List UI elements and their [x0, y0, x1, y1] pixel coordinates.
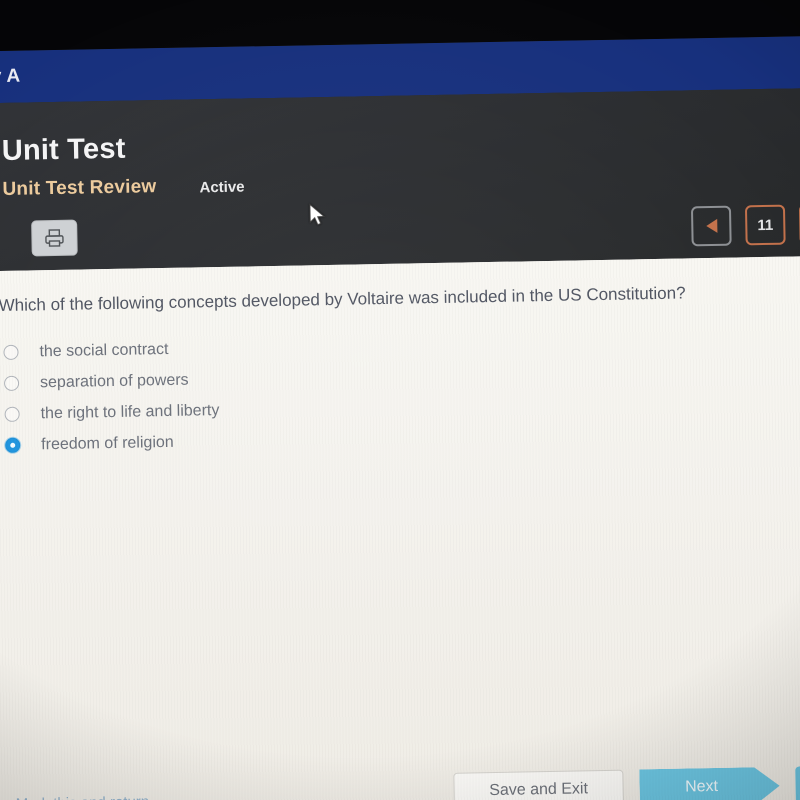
assessment-subtitle: Unit Test Review: [2, 176, 157, 200]
radio-the-right-to-life-and-liberty[interactable]: [4, 406, 20, 422]
course-title: aphy A: [0, 65, 21, 88]
radio-freedom-of-religion[interactable]: [5, 437, 21, 453]
next-button[interactable]: Next: [639, 767, 780, 800]
pager-page-11[interactable]: 11: [744, 204, 786, 246]
browser-viewport: aphy A Unit Test Unit Test Review Active: [0, 35, 800, 800]
save-and-exit-button[interactable]: Save and Exit: [453, 769, 624, 800]
option-label-2: the right to life and liberty: [40, 401, 220, 422]
photographed-screen: aphy A Unit Test Unit Test Review Active: [0, 0, 800, 800]
question-panel: Which of the following concepts develope…: [0, 255, 800, 800]
page-title: Unit Test: [1, 132, 126, 167]
mark-this-and-return-link[interactable]: Mark this and return: [16, 793, 150, 800]
radio-separation-of-powers[interactable]: [3, 375, 20, 391]
radio-the-social-contract[interactable]: [3, 344, 19, 360]
print-button[interactable]: [31, 219, 78, 257]
pager-prev-button[interactable]: [690, 205, 732, 247]
pagination: 11 12: [690, 203, 800, 247]
answer-options: the social contract separation of powers…: [3, 325, 645, 461]
question-text: Which of the following concepts develope…: [0, 283, 686, 316]
secondary-action-button[interactable]: [795, 765, 800, 800]
triangle-left-icon: [705, 218, 717, 234]
option-label-0: the social contract: [39, 340, 169, 360]
option-label-1: separation of powers: [39, 371, 189, 391]
option-label-3: freedom of religion: [41, 433, 174, 453]
printer-icon: [43, 228, 65, 248]
footer-actions: Save and Exit Next: [453, 765, 800, 800]
status-badge: Active: [199, 178, 245, 197]
mouse-pointer-icon: [309, 203, 327, 229]
assessment-header: Unit Test Unit Test Review Active 11 12: [0, 87, 800, 272]
